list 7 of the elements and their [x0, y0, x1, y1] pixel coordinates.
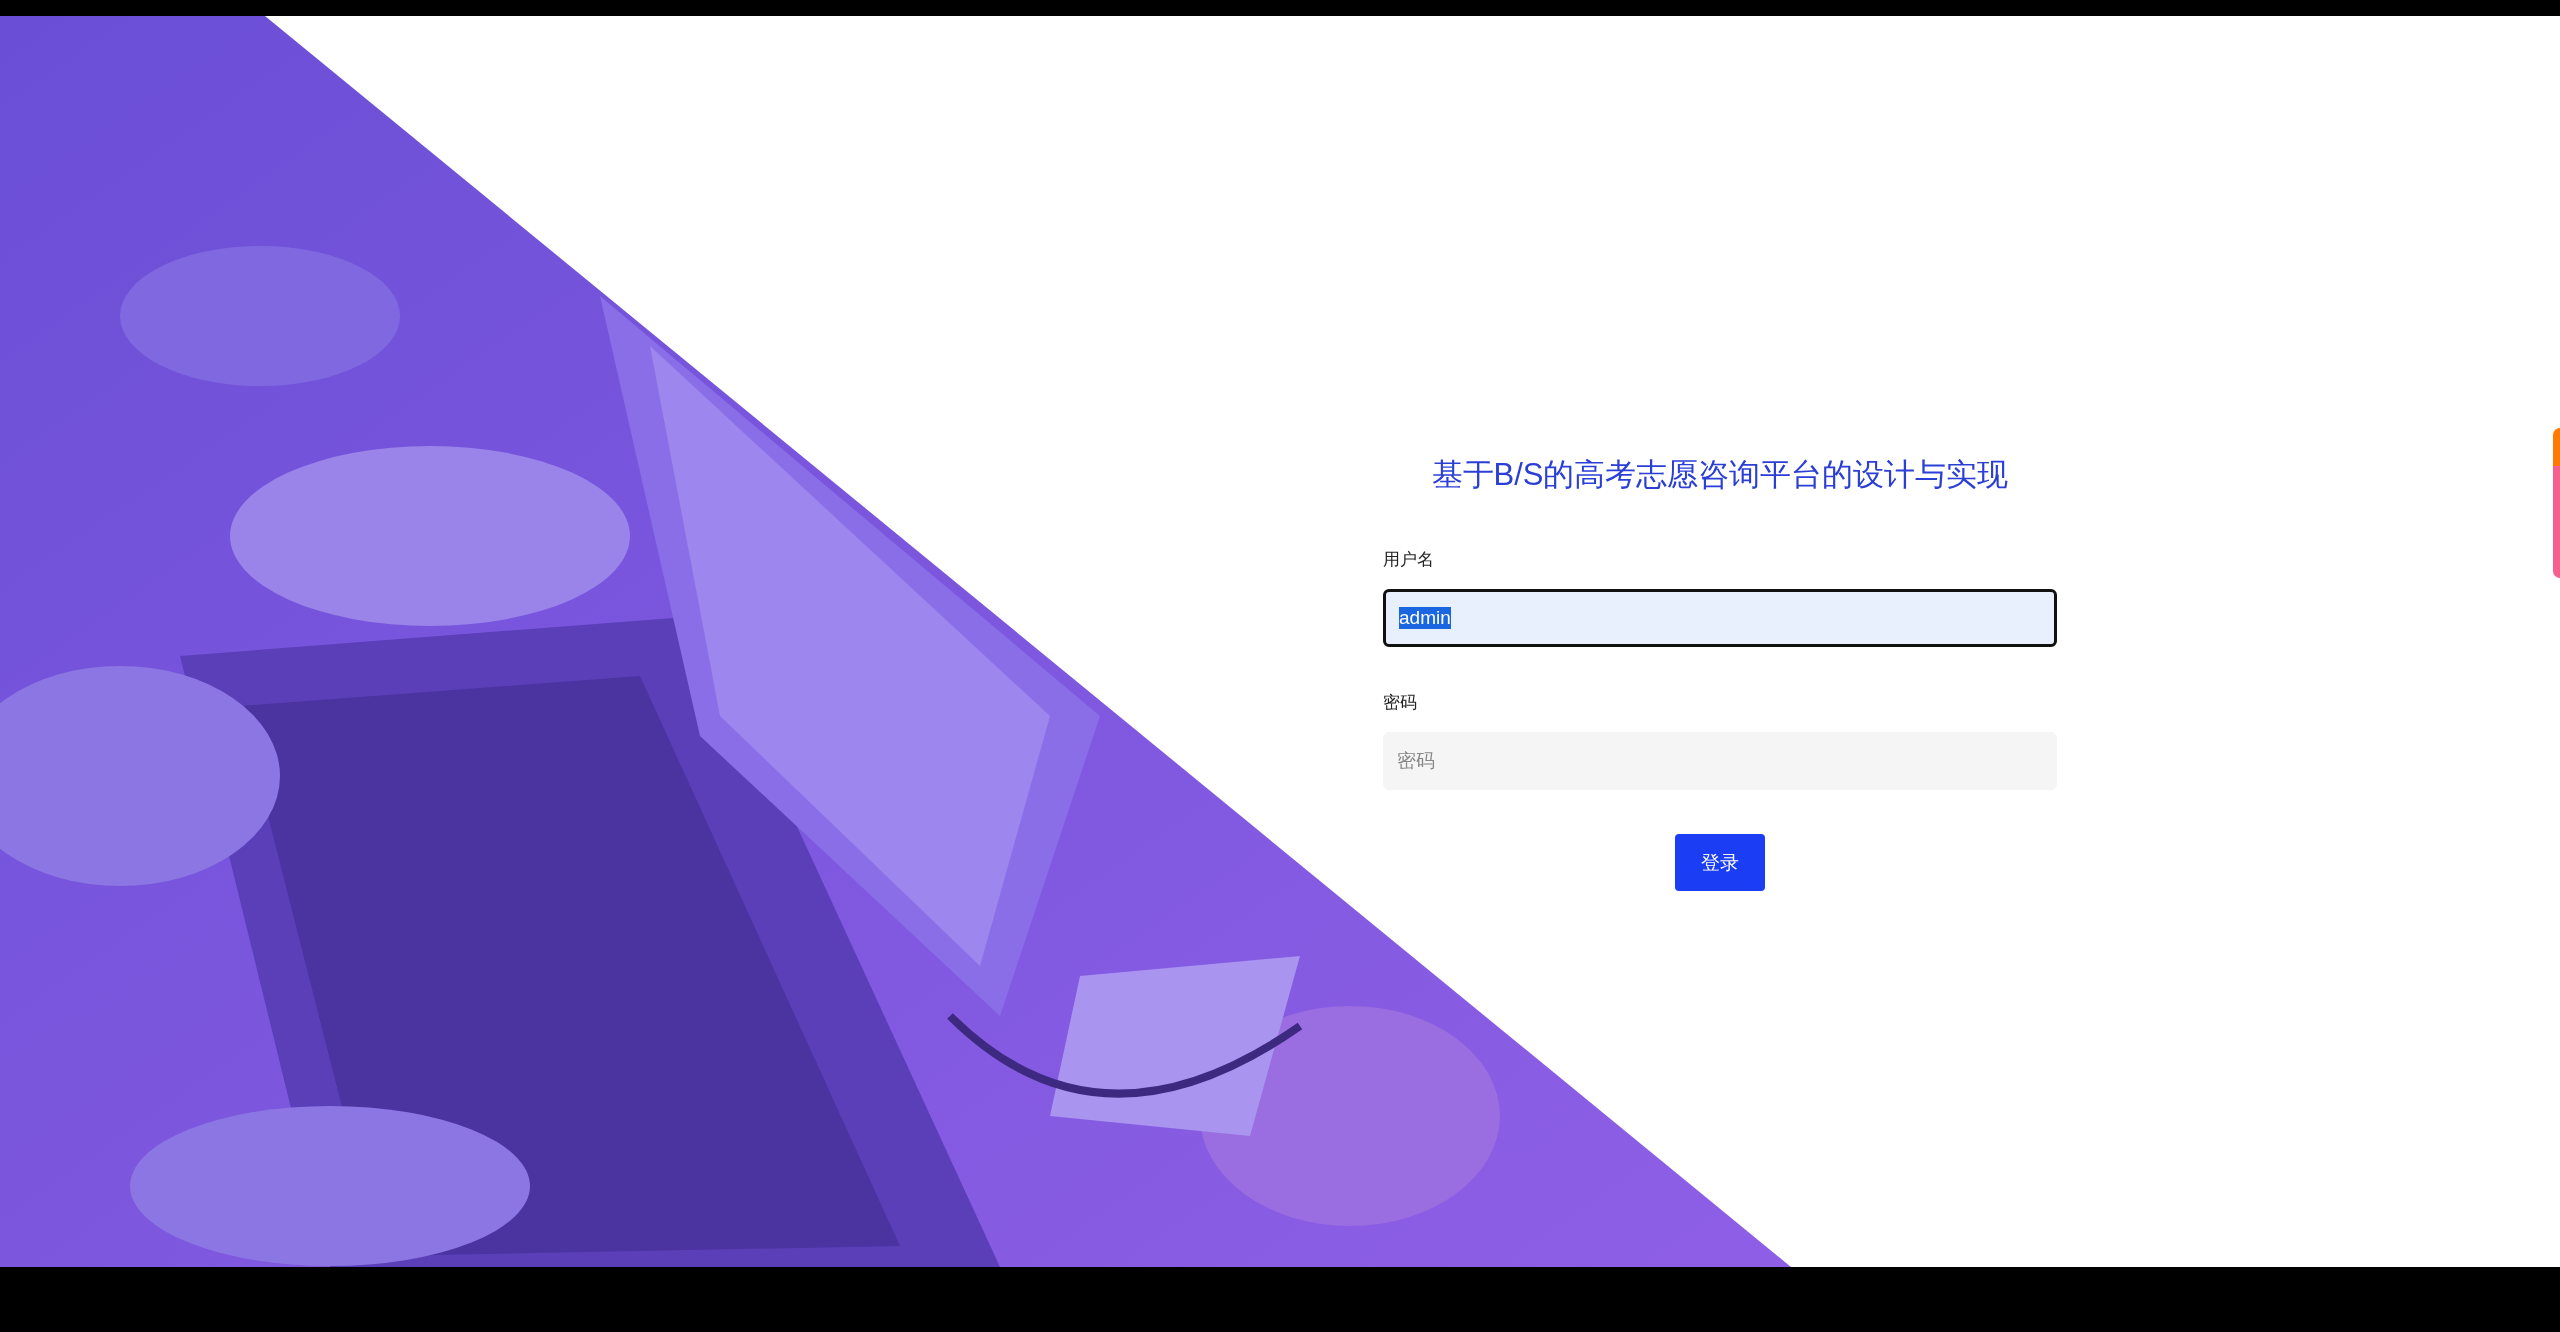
side-tab[interactable]: [2553, 428, 2560, 578]
login-button[interactable]: 登录: [1675, 834, 1765, 891]
input-field[interactable]: 密码: [1383, 732, 2057, 790]
input-field[interactable]: admin: [1383, 589, 2057, 647]
form-title: 基于B/S的高考志愿咨询平台的设计与实现: [1431, 456, 2009, 494]
field-label: 用户名: [1383, 549, 1434, 571]
field-label: 密码: [1383, 692, 1417, 714]
